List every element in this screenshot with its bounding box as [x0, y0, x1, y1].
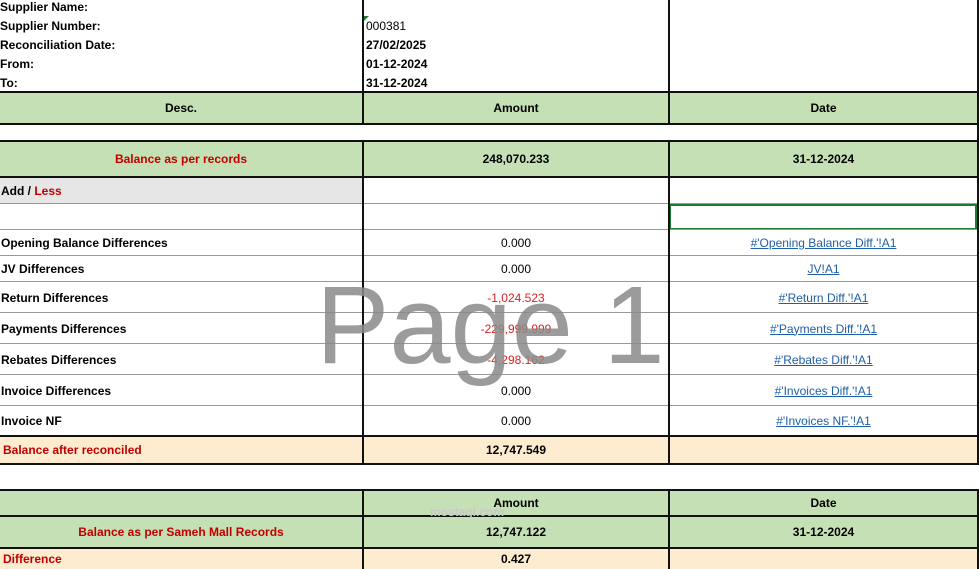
- grid-line: [0, 176, 979, 178]
- row-amount[interactable]: -1,024.523: [364, 283, 668, 312]
- grid-line: [0, 343, 979, 344]
- balance-records-date[interactable]: 31-12-2024: [670, 142, 977, 176]
- row-link[interactable]: #'Payments Diff.'!A1: [670, 314, 977, 343]
- second-header-date: Date: [670, 491, 977, 515]
- grid-line: [0, 203, 979, 204]
- row-label: Opening Balance Differences: [1, 236, 168, 250]
- grid-line: [362, 140, 364, 465]
- add-label: Add: [1, 183, 25, 198]
- grid-line: [362, 0, 364, 123]
- balance-after-date-cell[interactable]: [670, 437, 977, 463]
- row-label: Invoice NF: [1, 414, 62, 428]
- grid-line: [362, 489, 364, 569]
- row-label: Payments Differences: [1, 321, 127, 336]
- site-logo: mostaql.com: [430, 505, 505, 519]
- grid-line: [0, 91, 979, 93]
- mall-records-date[interactable]: 31-12-2024: [670, 517, 977, 547]
- supplier-number-label: Supplier Number:: [0, 19, 101, 33]
- to-label: To:: [0, 76, 18, 90]
- reconciliation-date-label: Reconciliation Date:: [0, 38, 116, 52]
- second-header-amount: Amount: [364, 491, 668, 515]
- from-value[interactable]: 01-12-2024: [366, 57, 427, 71]
- balance-after-amount[interactable]: 12,747.549: [364, 437, 668, 463]
- mall-records-amount[interactable]: 12,747.122: [364, 517, 668, 547]
- difference-date-cell[interactable]: [670, 549, 977, 569]
- grid-line: [0, 463, 979, 465]
- grid-line: [668, 140, 670, 465]
- to-value[interactable]: 31-12-2024: [366, 76, 427, 90]
- grid-line: [0, 281, 979, 282]
- row-link[interactable]: #'Rebates Diff.'!A1: [670, 345, 977, 374]
- row-amount[interactable]: 0.000: [364, 407, 668, 435]
- grid-line: [668, 0, 670, 123]
- row-link[interactable]: #'Return Diff.'!A1: [670, 283, 977, 312]
- grid-line: [0, 312, 979, 313]
- row-amount[interactable]: -229,999.999: [364, 314, 668, 343]
- from-label: From:: [0, 57, 34, 71]
- grid-line: [0, 405, 979, 406]
- column-header-desc: Desc.: [0, 93, 362, 123]
- row-amount[interactable]: 0.000: [364, 231, 668, 255]
- grid-line: [0, 374, 979, 375]
- row-link[interactable]: #'Opening Balance Diff.'!A1: [670, 231, 977, 255]
- column-header-date: Date: [670, 93, 977, 123]
- grid-line: [0, 123, 979, 125]
- row-label: Invoice Differences: [1, 383, 112, 398]
- row-link[interactable]: JV!A1: [670, 257, 977, 281]
- error-indicator-icon: [364, 16, 369, 21]
- row-label: Return Differences: [1, 290, 109, 305]
- grid-line: [0, 140, 979, 142]
- grid-line: [0, 435, 979, 437]
- row-amount[interactable]: 0.000: [364, 257, 668, 281]
- grid-line: [0, 255, 979, 256]
- column-header-amount: Amount: [364, 93, 668, 123]
- row-link[interactable]: #'Invoices NF.'!A1: [670, 407, 977, 435]
- mall-records-label: Balance as per Sameh Mall Records: [0, 517, 362, 547]
- supplier-name-label: Supplier Name:: [0, 0, 89, 14]
- difference-amount[interactable]: 0.427: [364, 549, 668, 569]
- row-link[interactable]: #'Invoices Diff.'!A1: [670, 376, 977, 405]
- grid-line: [668, 489, 670, 569]
- row-label: JV Differences: [1, 262, 85, 276]
- reconciliation-date-value[interactable]: 27/02/2025: [366, 38, 426, 52]
- balance-records-label: Balance as per records: [0, 142, 362, 176]
- row-label: Rebates Differences: [1, 352, 117, 367]
- grid-line: [0, 229, 979, 230]
- grid-line: [0, 489, 979, 491]
- add-less-separator: /: [24, 183, 35, 198]
- balance-records-amount[interactable]: 248,070.233: [364, 142, 668, 176]
- difference-label: Difference: [0, 549, 362, 569]
- row-amount[interactable]: 0.000: [364, 376, 668, 405]
- row-amount[interactable]: -4,298.162: [364, 345, 668, 374]
- selected-cell[interactable]: [669, 204, 977, 230]
- supplier-number-value[interactable]: 000381: [366, 19, 406, 33]
- grid-line: [0, 547, 979, 549]
- less-label: Less: [34, 183, 62, 198]
- second-header-empty-cell[interactable]: [0, 491, 362, 515]
- add-less-cell[interactable]: Add / Less: [0, 178, 362, 203]
- balance-after-label: Balance after reconciled: [0, 437, 362, 463]
